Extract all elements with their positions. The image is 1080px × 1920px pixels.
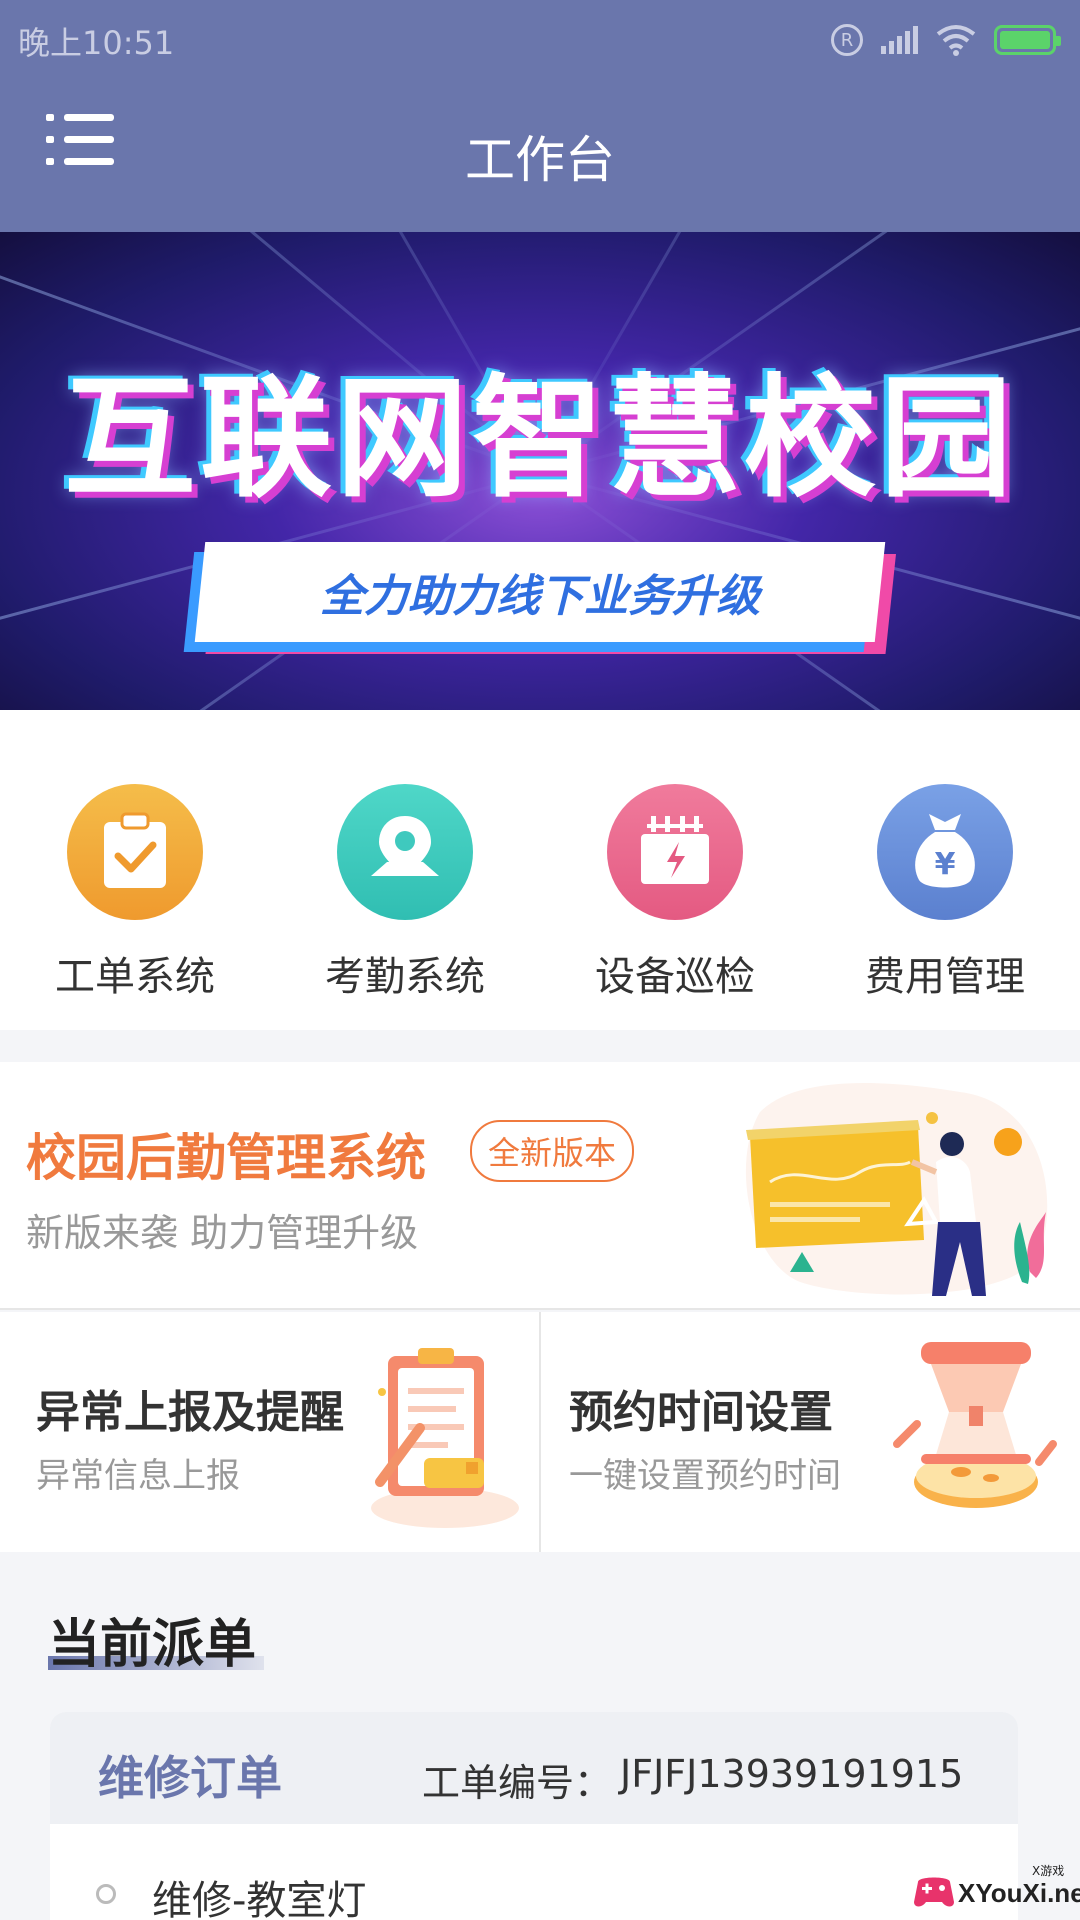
- card-title: 异常上报及提醒: [36, 1387, 344, 1438]
- page-title: 工作台: [465, 131, 615, 189]
- battery-icon: [994, 25, 1061, 55]
- order-number: JFJFJ13939191915: [620, 1752, 964, 1796]
- quick-item-label: 考勤系统: [325, 954, 485, 1000]
- order-type: 维修订单: [98, 1751, 282, 1805]
- signal-icon: [881, 26, 918, 54]
- promo-subtitle: 新版来袭 助力管理升级: [26, 1211, 419, 1255]
- map-pin-icon: [337, 784, 473, 920]
- order-number-label: 工单编号：: [422, 1761, 613, 1805]
- section-title: 当前派单: [48, 1615, 257, 1675]
- quick-item-device-inspection[interactable]: 设备巡检: [540, 774, 810, 1004]
- banner-subtitle: 全力助力线下业务升级: [320, 571, 760, 622]
- watermark-small-text: X游戏: [1032, 1864, 1065, 1878]
- registered-icon: R: [831, 24, 863, 56]
- timeline-dot-icon: [96, 1884, 116, 1904]
- quick-item-attendance[interactable]: 考勤系统: [270, 774, 540, 1004]
- card-exception-report[interactable]: 异常上报及提醒 异常信息上报: [0, 1312, 538, 1552]
- banner[interactable]: 互联网智慧校园 全力助力线下业务升级: [0, 232, 1080, 710]
- quick-access: 工单系统 考勤系统 设备巡检 ¥ 费用管理: [0, 710, 1080, 1030]
- feature-cards: 异常上报及提醒 异常信息上报 预约时间设置 一键设置预约时间: [0, 1312, 1080, 1552]
- quick-item-label: 工单系统: [55, 954, 215, 1000]
- card-subtitle: 一键设置预约时间: [569, 1456, 841, 1496]
- status-icons: R: [831, 20, 1061, 60]
- presentation-illustration: [745, 1083, 1048, 1296]
- quick-item-expense[interactable]: ¥ 费用管理: [810, 774, 1080, 1004]
- gamepad-logo-icon: [914, 1877, 954, 1907]
- quick-item-label: 费用管理: [865, 954, 1025, 1000]
- promo-banner[interactable]: 校园后勤管理系统 全新版本 新版来袭 助力管理升级: [0, 1062, 1080, 1310]
- site-watermark: X游戏 XYouXi.net: [912, 1862, 1080, 1918]
- header: 晚上10:51 R 工作台: [0, 0, 1080, 232]
- order-item-text: 维修-教室灯: [152, 1878, 367, 1920]
- money-bag-icon: ¥: [877, 784, 1013, 920]
- order-item[interactable]: 维修-教室灯: [50, 1824, 1018, 1920]
- wifi-icon: [936, 25, 976, 56]
- hourglass-illustration: [893, 1342, 1057, 1508]
- transformer-icon: [607, 784, 743, 920]
- promo-title: 校园后勤管理系统: [26, 1129, 426, 1187]
- quick-item-label: 设备巡检: [595, 954, 755, 1000]
- card-title: 预约时间设置: [569, 1387, 833, 1438]
- card-appointment-time[interactable]: 预约时间设置 一键设置预约时间: [541, 1312, 1079, 1552]
- clipboard-check-icon: [67, 784, 203, 920]
- card-subtitle: 异常信息上报: [36, 1456, 240, 1496]
- report-clipboard-illustration: [371, 1348, 519, 1528]
- quick-item-work-order[interactable]: 工单系统: [0, 774, 270, 1004]
- order-card-header: 维修订单 工单编号： JFJFJ13939191915: [50, 1712, 1018, 1824]
- status-bar: 晚上10:51 R: [0, 0, 1080, 76]
- promo-badge: 全新版本: [470, 1120, 635, 1182]
- yen-symbol: ¥: [935, 847, 956, 882]
- order-card[interactable]: 维修订单 工单编号： JFJFJ13939191915 维修-教室灯: [50, 1712, 1018, 1920]
- status-time: 晚上10:51: [18, 24, 175, 62]
- banner-title: 互联网智慧校园: [64, 362, 1016, 516]
- watermark-text: XYouXi.net: [958, 1878, 1080, 1908]
